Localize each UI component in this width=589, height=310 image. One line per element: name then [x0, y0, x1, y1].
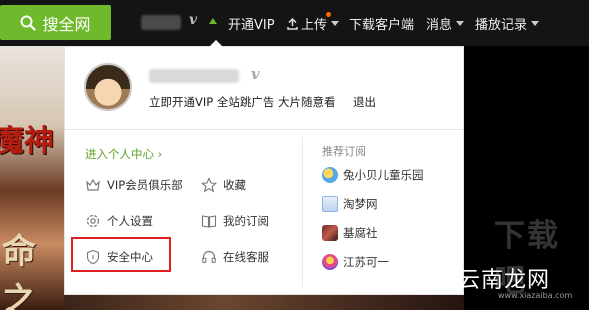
background-strip	[64, 295, 464, 310]
chevron-down-icon	[456, 21, 465, 26]
recommend-item-label: 淘梦网	[343, 197, 378, 211]
menu-item-label: VIP会员俱乐部	[107, 178, 183, 192]
recommend-item[interactable]: 江苏可一	[322, 254, 389, 270]
search-all-label: 搜全网	[42, 14, 91, 34]
nav-download-client[interactable]: 下载客户端	[349, 14, 414, 33]
menu-item-favorites[interactable]: 收藏	[201, 177, 246, 193]
poster-title-bottom: 命之	[2, 232, 36, 310]
recommend-title: 推荐订阅	[322, 145, 366, 158]
recommend-item-label: 兔小贝儿童乐园	[343, 168, 424, 182]
menu-item-vip-club[interactable]: VIP会员俱乐部	[85, 177, 183, 193]
watermark-brand: 云南龙网	[458, 268, 551, 293]
nav-messages[interactable]: 消息	[426, 14, 465, 33]
recommend-item-label: 基腐社	[343, 226, 378, 240]
logout-link[interactable]: 退出	[353, 94, 376, 110]
security-highlight-box	[71, 237, 171, 272]
vip-badge-icon: v	[189, 12, 198, 28]
dropdown-username-blurred	[149, 69, 239, 83]
star-icon	[201, 177, 217, 193]
nav-upload[interactable]: 上传	[287, 14, 340, 33]
menu-item-label: 我的订阅	[223, 214, 269, 228]
search-all-button[interactable]: 搜全网	[0, 5, 111, 40]
channel-logo-icon	[322, 167, 338, 183]
recommend-item[interactable]: 基腐社	[322, 225, 378, 241]
chevron-down-icon	[531, 21, 540, 26]
dropdown-open-indicator-icon	[209, 18, 217, 24]
chevron-down-icon	[331, 21, 340, 26]
menu-item-online-support[interactable]: 在线客服	[201, 249, 269, 265]
nav-play-history[interactable]: 播放记录	[475, 14, 540, 33]
headset-icon	[202, 250, 216, 264]
nav-messages-label: 消息	[426, 18, 453, 33]
recommend-item[interactable]: 淘梦网	[322, 196, 378, 212]
divider	[302, 137, 303, 287]
search-icon	[20, 15, 37, 31]
personal-center-link[interactable]: 进入个人中心 ›	[85, 146, 162, 162]
gear-icon	[86, 214, 100, 228]
menu-item-label: 个人设置	[107, 214, 153, 228]
recommend-item-label: 江苏可一	[343, 255, 389, 269]
avatar[interactable]	[84, 63, 132, 111]
vip-badge-icon: v	[251, 65, 260, 83]
channel-logo-icon	[322, 225, 338, 241]
channel-logo-icon	[322, 254, 338, 270]
book-icon	[201, 215, 217, 228]
menu-item-my-subscriptions[interactable]: 我的订阅	[201, 213, 269, 229]
watermark-url: www.xiazaiba.com	[498, 291, 573, 300]
divider	[65, 129, 463, 130]
poster-title-top: 魔神	[0, 124, 54, 159]
channel-logo-icon	[322, 196, 338, 212]
username-blurred[interactable]	[141, 15, 181, 30]
nav-play-history-label: 播放记录	[475, 18, 528, 33]
top-bar: 搜全网 v 开通VIP 上传 下载客户端 消息 播放记录	[0, 0, 589, 46]
nav-open-vip[interactable]: 开通VIP	[228, 14, 275, 33]
menu-item-label: 在线客服	[223, 250, 269, 264]
dropdown-pointer	[209, 40, 223, 47]
open-vip-promo-link[interactable]: 立即开通VIP 全站跳广告 大片随意看	[149, 94, 336, 110]
menu-item-label: 收藏	[223, 178, 246, 192]
recommend-item[interactable]: 兔小贝儿童乐园	[322, 167, 424, 183]
crown-icon	[86, 178, 100, 191]
nav-upload-label: 上传	[301, 18, 328, 33]
menu-item-settings[interactable]: 个人设置	[85, 213, 153, 229]
user-dropdown-panel: v 立即开通VIP 全站跳广告 大片随意看 退出 进入个人中心 › VIP会员俱…	[64, 40, 464, 295]
notification-dot	[326, 12, 331, 17]
background-poster: 魔神 命之	[0, 46, 64, 310]
upload-icon	[287, 17, 298, 30]
